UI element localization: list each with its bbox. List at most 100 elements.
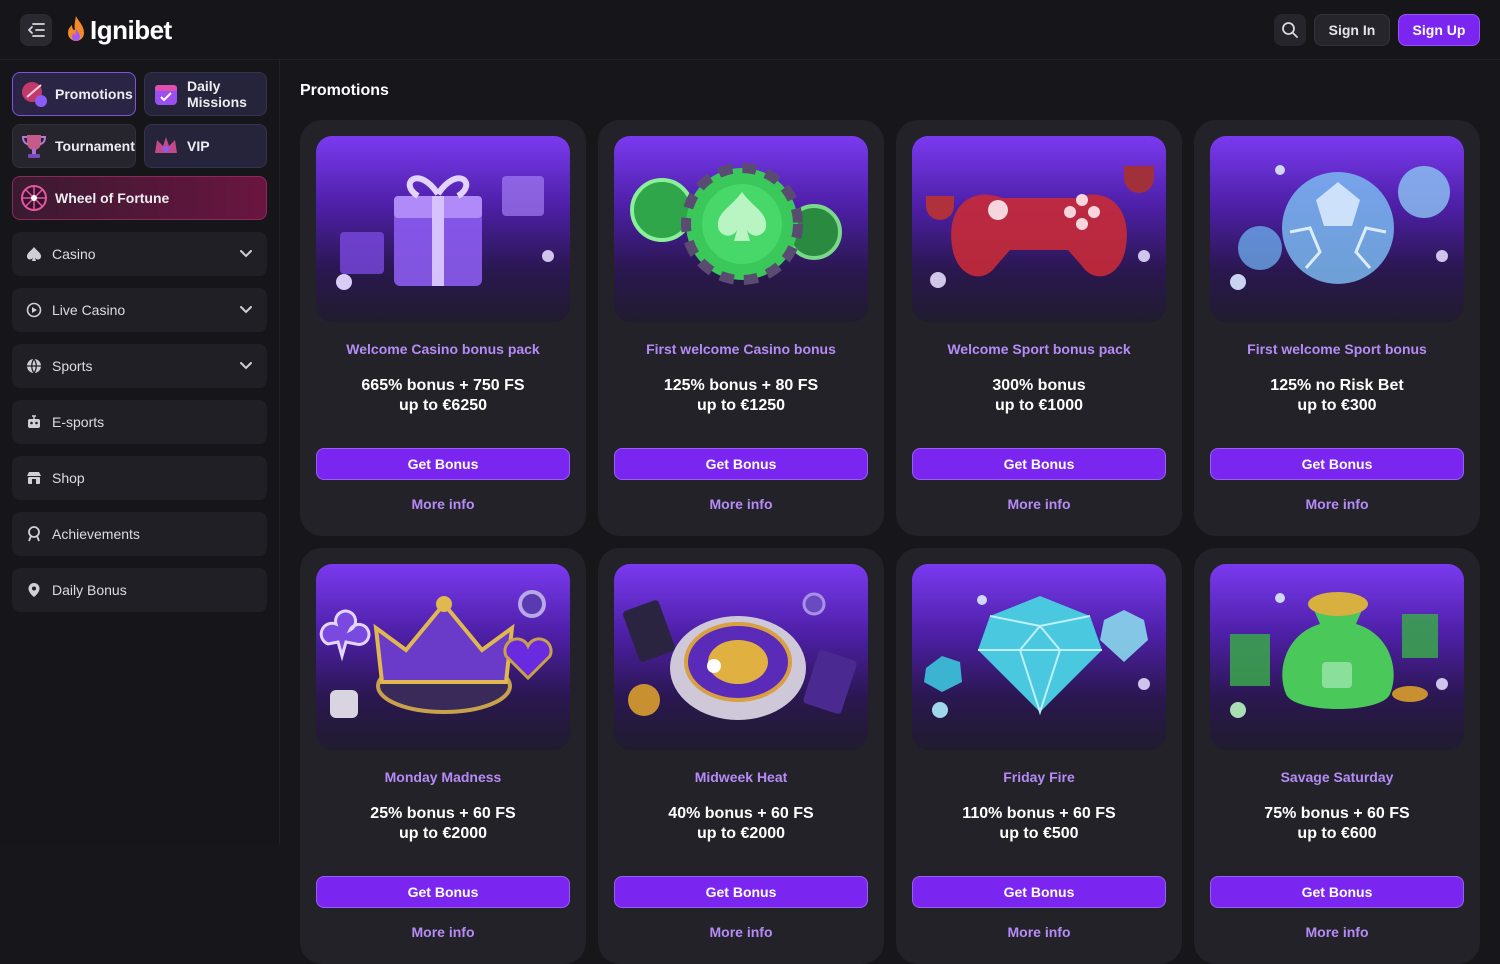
sign-up-button[interactable]: Sign Up bbox=[1398, 14, 1480, 46]
promo-image-casino-chips bbox=[614, 136, 868, 322]
promo-image-gamepad-trophies bbox=[912, 136, 1166, 322]
quick-link-tournament[interactable]: Tournament bbox=[12, 124, 136, 168]
flame-logo-icon bbox=[68, 16, 84, 41]
chevron-down-icon[interactable] bbox=[239, 358, 253, 372]
quick-link-label: Tournament bbox=[55, 138, 135, 154]
promo-offer: 125% no Risk Bet up to €300 bbox=[1194, 376, 1480, 416]
get-bonus-button[interactable]: Get Bonus bbox=[316, 876, 570, 908]
offer-line-2: up to €1250 bbox=[696, 397, 786, 414]
daily-line-2: Missions bbox=[187, 94, 247, 110]
promo-title: Monday Madness bbox=[384, 769, 502, 785]
sidebar-item-label: E-sports bbox=[52, 414, 105, 430]
sign-in-button[interactable]: Sign In bbox=[1314, 14, 1390, 46]
promo-card: First welcome Casino bonus 125% bonus + … bbox=[598, 120, 884, 536]
offer-line-2: up to €600 bbox=[1297, 825, 1377, 842]
promo-image-money-bags bbox=[1210, 564, 1464, 750]
get-bonus-button[interactable]: Get Bonus bbox=[614, 448, 868, 480]
wheel-icon bbox=[19, 183, 49, 213]
promo-title: Savage Saturday bbox=[1280, 769, 1394, 785]
more-info-link[interactable]: More info bbox=[1194, 924, 1480, 940]
spade-icon bbox=[24, 244, 44, 264]
top-header: Ignibet Sign In Sign Up bbox=[0, 0, 1500, 60]
more-info-link[interactable]: More info bbox=[896, 924, 1182, 940]
ignibet-logo[interactable]: Ignibet bbox=[66, 12, 172, 48]
chevron-down-icon[interactable] bbox=[239, 302, 253, 316]
offer-line-1: 125% no Risk Bet bbox=[1270, 377, 1404, 394]
promo-title: Welcome Casino bonus pack bbox=[346, 341, 540, 357]
robot-icon bbox=[24, 412, 44, 432]
menu-collapse-icon bbox=[28, 23, 45, 37]
offer-line-1: 110% bonus + 60 FS bbox=[962, 805, 1116, 822]
quick-link-label: VIP bbox=[187, 138, 210, 154]
quick-link-label: Wheel of Fortune bbox=[55, 190, 170, 206]
get-bonus-button[interactable]: Get Bonus bbox=[316, 448, 570, 480]
offer-line-2: up to €1000 bbox=[994, 397, 1084, 414]
promo-image-crystal-balls bbox=[1210, 136, 1464, 322]
live-icon bbox=[24, 300, 44, 320]
sidebar: Promotions Daily Missions Tournament VIP … bbox=[0, 60, 280, 844]
offer-line-2: up to €2000 bbox=[696, 825, 786, 842]
more-info-link[interactable]: More info bbox=[896, 496, 1182, 512]
get-bonus-button[interactable]: Get Bonus bbox=[912, 448, 1166, 480]
offer-line-1: 40% bonus + 60 FS bbox=[668, 805, 814, 822]
sidebar-item-esports[interactable]: E-sports bbox=[12, 400, 267, 444]
daily-line-1: Daily bbox=[187, 78, 221, 94]
quick-link-promotions[interactable]: Promotions bbox=[12, 72, 136, 116]
quick-link-daily-missions[interactable]: Daily Missions bbox=[144, 72, 267, 116]
medal-icon bbox=[24, 524, 44, 544]
promo-card: Monday Madness 25% bonus + 60 FS up to €2… bbox=[300, 548, 586, 964]
search-icon bbox=[1282, 22, 1298, 38]
offer-line-2: up to €500 bbox=[999, 825, 1079, 842]
more-info-link[interactable]: More info bbox=[300, 924, 586, 940]
offer-line-1: 665% bonus + 750 FS bbox=[361, 377, 525, 394]
offer-line-1: 25% bonus + 60 FS bbox=[370, 805, 516, 822]
pin-icon bbox=[24, 580, 44, 600]
sidebar-item-shop[interactable]: Shop bbox=[12, 456, 267, 500]
promo-card: Welcome Sport bonus pack 300% bonus up to… bbox=[896, 120, 1182, 536]
quick-link-vip[interactable]: VIP bbox=[144, 124, 267, 168]
promo-image-diamonds bbox=[912, 564, 1166, 750]
sidebar-item-daily-bonus[interactable]: Daily Bonus bbox=[12, 568, 267, 612]
offer-line-2: up to €2000 bbox=[398, 825, 488, 842]
promo-title: Friday Fire bbox=[1003, 769, 1075, 785]
ball-icon bbox=[24, 356, 44, 376]
collapse-sidebar-button[interactable] bbox=[20, 14, 52, 46]
promo-card: Welcome Casino bonus pack 665% bonus + 7… bbox=[300, 120, 586, 536]
get-bonus-button[interactable]: Get Bonus bbox=[1210, 448, 1464, 480]
sidebar-item-label: Live Casino bbox=[52, 302, 126, 318]
promo-card: Midweek Heat 40% bonus + 60 FS up to €200… bbox=[598, 548, 884, 964]
promo-offer: 40% bonus + 60 FS up to €2000 bbox=[598, 804, 884, 844]
promo-image-roulette bbox=[614, 564, 868, 750]
promo-title: First welcome Casino bonus bbox=[646, 341, 836, 357]
main-content: Promotions Welcome Casino bonus pack 665… bbox=[281, 60, 1500, 964]
search-button[interactable] bbox=[1274, 14, 1306, 46]
get-bonus-button[interactable]: Get Bonus bbox=[912, 876, 1166, 908]
sidebar-item-achievements[interactable]: Achievements bbox=[12, 512, 267, 556]
sidebar-item-label: Shop bbox=[52, 470, 85, 486]
promotions-icon bbox=[19, 79, 49, 109]
daily-missions-icon bbox=[151, 79, 181, 109]
get-bonus-button[interactable]: Get Bonus bbox=[614, 876, 868, 908]
quick-link-label: Daily Missions bbox=[187, 78, 247, 110]
more-info-link[interactable]: More info bbox=[1194, 496, 1480, 512]
sidebar-item-sports[interactable]: Sports bbox=[12, 344, 267, 388]
promo-offer: 110% bonus + 60 FS up to €500 bbox=[896, 804, 1182, 844]
more-info-link[interactable]: More info bbox=[598, 924, 884, 940]
promo-card: Savage Saturday 75% bonus + 60 FS up to €… bbox=[1194, 548, 1480, 964]
more-info-link[interactable]: More info bbox=[300, 496, 586, 512]
quick-link-label: Promotions bbox=[55, 86, 133, 102]
more-info-link[interactable]: More info bbox=[598, 496, 884, 512]
offer-line-2: up to €6250 bbox=[398, 397, 488, 414]
promo-image-crown bbox=[316, 564, 570, 750]
chevron-down-icon[interactable] bbox=[239, 246, 253, 260]
promo-offer: 75% bonus + 60 FS up to €600 bbox=[1194, 804, 1480, 844]
offer-line-1: 75% bonus + 60 FS bbox=[1264, 805, 1410, 822]
promo-offer: 125% bonus + 80 FS up to €1250 bbox=[598, 376, 884, 416]
quick-link-wheel-of-fortune[interactable]: Wheel of Fortune bbox=[12, 176, 267, 220]
sidebar-item-label: Daily Bonus bbox=[52, 582, 127, 598]
sidebar-item-casino[interactable]: Casino bbox=[12, 232, 267, 276]
get-bonus-button[interactable]: Get Bonus bbox=[1210, 876, 1464, 908]
sidebar-item-label: Achievements bbox=[52, 526, 140, 542]
promo-offer: 300% bonus up to €1000 bbox=[896, 376, 1182, 416]
sidebar-item-live-casino[interactable]: Live Casino bbox=[12, 288, 267, 332]
